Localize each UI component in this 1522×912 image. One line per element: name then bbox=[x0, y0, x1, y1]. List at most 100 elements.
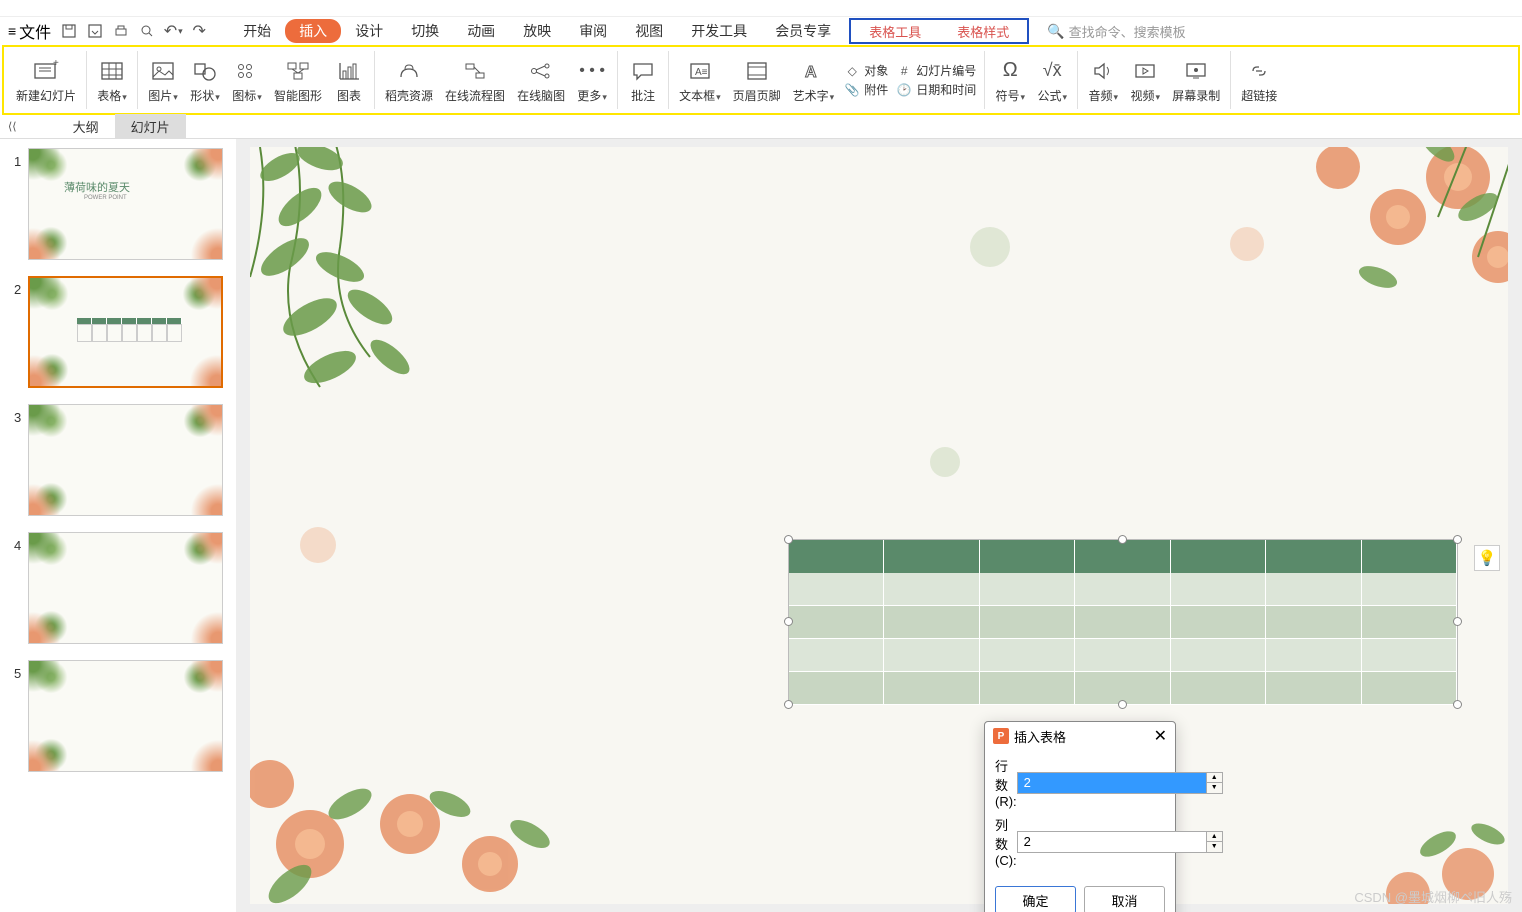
save-icon[interactable] bbox=[59, 21, 79, 41]
resize-handle[interactable] bbox=[1453, 617, 1462, 626]
resize-handle[interactable] bbox=[1453, 700, 1462, 709]
dialog-title-text: 插入表格 bbox=[1014, 727, 1066, 746]
rows-spinner[interactable]: ▲▼ bbox=[1206, 773, 1222, 793]
collapse-panel-icon[interactable]: ⟨⟨ bbox=[8, 120, 17, 133]
spinner-down-icon[interactable]: ▼ bbox=[1207, 783, 1222, 793]
slide-thumb bbox=[28, 532, 223, 644]
video-icon bbox=[1131, 57, 1159, 85]
print-preview-icon[interactable] bbox=[137, 21, 157, 41]
dialog-titlebar[interactable]: P 插入表格 ✕ bbox=[985, 722, 1175, 750]
tab-developer[interactable]: 开发工具 bbox=[677, 21, 761, 41]
thumbnail-1[interactable]: 1 薄荷味的夏天 POWER POINT bbox=[0, 145, 236, 263]
thumbnail-5[interactable]: 5 bbox=[0, 657, 236, 775]
spinner-down-icon[interactable]: ▼ bbox=[1207, 842, 1222, 852]
spinner-up-icon[interactable]: ▲ bbox=[1207, 773, 1222, 784]
resize-handle[interactable] bbox=[1118, 700, 1127, 709]
slides-tab[interactable]: 幻灯片 bbox=[115, 114, 186, 139]
slide-number-icon: # bbox=[896, 63, 912, 79]
thumbnail-3[interactable]: 3 bbox=[0, 401, 236, 519]
inserted-table[interactable] bbox=[788, 539, 1458, 705]
resize-handle[interactable] bbox=[784, 617, 793, 626]
svg-text:+: + bbox=[53, 60, 59, 69]
tab-member[interactable]: 会员专享 bbox=[761, 21, 845, 41]
tab-review[interactable]: 审阅 bbox=[565, 21, 621, 41]
ok-button[interactable]: 确定 bbox=[995, 886, 1076, 912]
cols-input[interactable] bbox=[1018, 832, 1206, 852]
online-mindmap-button[interactable]: 在线脑图 bbox=[511, 55, 571, 106]
picture-icon bbox=[149, 57, 177, 85]
tab-insert[interactable]: 插入 bbox=[285, 19, 341, 43]
cols-label: 列数(C): bbox=[995, 815, 1017, 868]
tab-design[interactable]: 设计 bbox=[341, 21, 397, 41]
slide-canvas-area[interactable]: 💡 P 插入表格 ✕ 行数(R): ▲▼ 列数(C): bbox=[236, 139, 1522, 912]
icons-button[interactable]: 图标▾ bbox=[226, 55, 268, 106]
comment-button[interactable]: 批注 bbox=[622, 55, 664, 106]
resize-handle[interactable] bbox=[1453, 535, 1462, 544]
file-menu[interactable]: ≡ 文件 bbox=[8, 19, 51, 43]
slide-thumb bbox=[28, 660, 223, 772]
resize-handle[interactable] bbox=[784, 535, 793, 544]
tab-transition[interactable]: 切换 bbox=[397, 21, 453, 41]
mindmap-icon bbox=[527, 57, 555, 85]
tab-slideshow[interactable]: 放映 bbox=[509, 21, 565, 41]
audio-button[interactable]: 音频▾ bbox=[1082, 55, 1124, 106]
tab-start[interactable]: 开始 bbox=[229, 21, 285, 41]
window-top-bar bbox=[0, 0, 1522, 17]
resize-handle[interactable] bbox=[1118, 535, 1127, 544]
outline-tab[interactable]: 大纲 bbox=[57, 114, 115, 139]
screen-record-button[interactable]: 屏幕录制 bbox=[1166, 55, 1226, 106]
thumbnail-panel[interactable]: 1 薄荷味的夏天 POWER POINT 2 3 4 5 bbox=[0, 139, 236, 912]
svg-text:A≡: A≡ bbox=[695, 67, 708, 78]
tab-animation[interactable]: 动画 bbox=[453, 21, 509, 41]
thumbnail-4[interactable]: 4 bbox=[0, 529, 236, 647]
icons-icon bbox=[233, 57, 261, 85]
shape-button[interactable]: 形状▾ bbox=[184, 55, 226, 106]
lightbulb-icon: 💡 bbox=[1478, 549, 1497, 567]
video-button[interactable]: 视频▾ bbox=[1124, 55, 1166, 106]
date-time-icon: 🕑 bbox=[896, 82, 912, 98]
slide-number-button[interactable]: #幻灯片编号 bbox=[896, 62, 976, 79]
resize-handle[interactable] bbox=[784, 700, 793, 709]
online-flowchart-button[interactable]: 在线流程图 bbox=[439, 55, 511, 106]
app-logo-icon: P bbox=[993, 728, 1009, 744]
tab-table-tools[interactable]: 表格工具 bbox=[851, 22, 939, 41]
rows-label: 行数(R): bbox=[995, 756, 1017, 809]
formula-icon: √x̄ bbox=[1038, 57, 1066, 85]
docer-button[interactable]: 稻壳资源 bbox=[379, 55, 439, 106]
undo-icon[interactable]: ↶▾ bbox=[163, 21, 183, 41]
date-time-button[interactable]: 🕑日期和时间 bbox=[896, 81, 976, 98]
formula-button[interactable]: √x̄ 公式▾ bbox=[1031, 55, 1073, 106]
save-as-icon[interactable] bbox=[85, 21, 105, 41]
more-button[interactable]: • • • 更多▾ bbox=[571, 55, 613, 106]
tab-table-style[interactable]: 表格样式 bbox=[939, 22, 1027, 41]
file-menu-label: 文件 bbox=[19, 19, 51, 43]
attachment-button[interactable]: 📎附件 bbox=[844, 81, 888, 98]
hyperlink-icon bbox=[1245, 57, 1273, 85]
rows-input[interactable] bbox=[1018, 773, 1206, 793]
chart-icon bbox=[335, 57, 363, 85]
cancel-button[interactable]: 取消 bbox=[1084, 886, 1165, 912]
close-icon[interactable]: ✕ bbox=[1154, 726, 1167, 746]
hyperlink-button[interactable]: 超链接 bbox=[1235, 55, 1283, 106]
table-button[interactable]: 表格▾ bbox=[91, 55, 133, 106]
picture-button[interactable]: 图片▾ bbox=[142, 55, 184, 106]
chart-button[interactable]: 图表 bbox=[328, 55, 370, 106]
smart-suggestion-button[interactable]: 💡 bbox=[1474, 545, 1500, 571]
screen-record-icon bbox=[1182, 57, 1210, 85]
print-icon[interactable] bbox=[111, 21, 131, 41]
command-search[interactable]: 🔍 查找命令、搜索模板 bbox=[1047, 22, 1185, 41]
symbol-button[interactable]: Ω 符号▾ bbox=[989, 55, 1031, 106]
thumbnail-2[interactable]: 2 bbox=[0, 273, 236, 391]
more-icon: • • • bbox=[578, 57, 606, 85]
search-icon: 🔍 bbox=[1047, 23, 1064, 40]
new-slide-button[interactable]: + 新建幻灯片 bbox=[10, 55, 82, 106]
wordart-button[interactable]: A 艺术字▾ bbox=[787, 55, 841, 106]
tab-view[interactable]: 视图 bbox=[621, 21, 677, 41]
smart-graphic-button[interactable]: 智能图形 bbox=[268, 55, 328, 106]
cols-spinner[interactable]: ▲▼ bbox=[1206, 832, 1222, 852]
object-button[interactable]: ◇对象 bbox=[844, 62, 888, 79]
header-footer-button[interactable]: 页眉页脚 bbox=[727, 55, 787, 106]
spinner-up-icon[interactable]: ▲ bbox=[1207, 832, 1222, 843]
textbox-button[interactable]: A≡ 文本框▾ bbox=[673, 55, 727, 106]
redo-icon[interactable]: ↷ bbox=[189, 21, 209, 41]
